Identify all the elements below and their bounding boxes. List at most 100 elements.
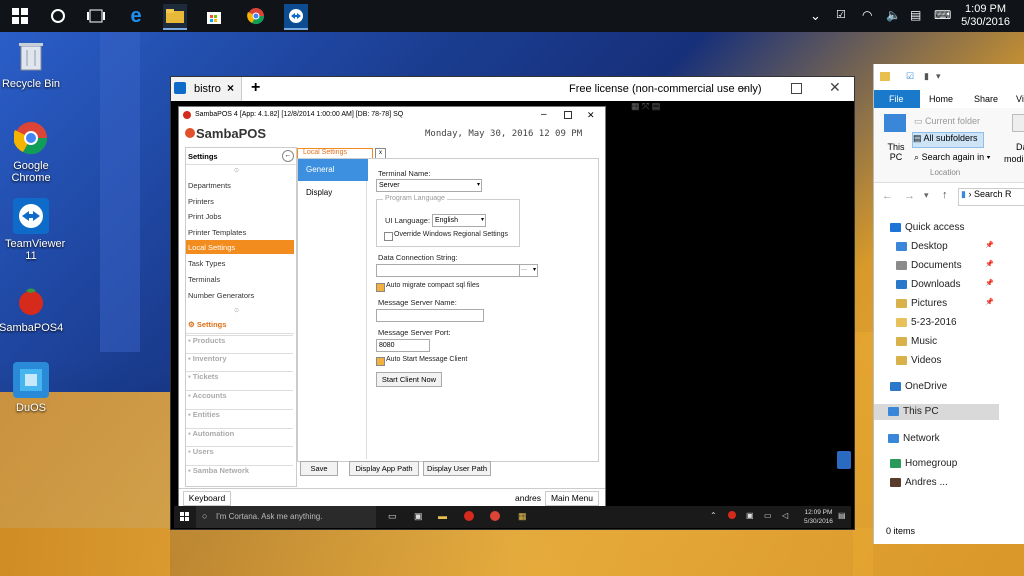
system-clock[interactable]: 1:09 PM 5/30/2016	[961, 3, 1010, 29]
nav-item[interactable]: Network	[888, 433, 940, 444]
ribbon-tab-file[interactable]: File	[874, 90, 920, 108]
data-connection-input[interactable]: ··· ▾	[376, 264, 538, 277]
quick-access-dropdown-icon[interactable]: ▾	[936, 71, 941, 82]
all-subfolders-button[interactable]: ▤ All subfolders	[912, 132, 984, 148]
forward-arrow-icon[interactable]: →	[904, 190, 915, 202]
maximize-icon[interactable]	[564, 111, 572, 119]
maximize-icon[interactable]	[791, 83, 802, 94]
display-app-path-button[interactable]: Display App Path	[349, 461, 419, 476]
network-icon[interactable]: ▭	[764, 511, 772, 520]
file-explorer-icon[interactable]	[163, 4, 187, 30]
ellipsis-button-icon[interactable]: ···	[519, 265, 527, 276]
scroll-up-icon[interactable]: ⊙	[234, 167, 239, 174]
properties-icon[interactable]: ☑	[906, 71, 914, 82]
nav-item[interactable]: Videos	[896, 355, 941, 366]
nav-item[interactable]: Music	[896, 336, 937, 347]
wifi-icon[interactable]: ◠	[862, 8, 872, 22]
sidebar-item-task-types[interactable]: Task Types	[188, 259, 225, 268]
message-server-name-input[interactable]	[376, 309, 484, 322]
desktop-icon-teamviewer[interactable]: TeamViewer 11	[0, 198, 65, 262]
teamviewer-side-handle-icon[interactable]	[837, 451, 851, 469]
sambapos-tomato-icon[interactable]	[464, 511, 474, 521]
section-tickets[interactable]: ▪ Tickets	[186, 371, 293, 389]
section-products[interactable]: ▪ Products	[186, 335, 293, 353]
new-folder-icon[interactable]: ▮	[924, 71, 929, 82]
volume-icon[interactable]: ◁	[782, 511, 788, 520]
keyboard-icon[interactable]: ⌨	[934, 8, 951, 22]
add-tab-icon[interactable]: +	[251, 79, 260, 97]
close-tab-icon[interactable]: ×	[227, 81, 234, 95]
sidebar-item-departments[interactable]: Departments	[188, 181, 231, 190]
subnav-display[interactable]: Display	[306, 188, 332, 197]
override-regional-checkbox[interactable]	[384, 232, 393, 241]
nav-item[interactable]: Homegroup	[890, 458, 957, 469]
section-users[interactable]: ▪ Users	[186, 446, 293, 464]
tray-app-icon[interactable]: ▣	[746, 511, 754, 520]
section-settings[interactable]: ⚙ Settings	[188, 320, 292, 329]
save-button[interactable]: Save	[300, 461, 338, 476]
sidebar-item-printer-templates[interactable]: Printer Templates	[188, 228, 246, 237]
nav-item[interactable]: Desktop 📌	[896, 241, 994, 252]
pin-icon[interactable]: 📌	[985, 298, 994, 306]
tray-app-icon[interactable]: ☑	[836, 8, 846, 21]
back-arrow-icon[interactable]: ←	[882, 190, 893, 202]
volume-icon[interactable]: 🔈	[886, 8, 901, 22]
back-arrow-icon[interactable]: ←	[282, 150, 294, 162]
nav-item[interactable]: 5-23-2016	[896, 317, 957, 328]
section-inventory[interactable]: ▪ Inventory	[186, 353, 293, 371]
terminal-name-select[interactable]: Server ▾	[376, 179, 482, 192]
current-folder-button[interactable]: ▭ Current folder	[914, 116, 980, 127]
chrome-icon[interactable]	[490, 511, 500, 521]
edge-icon[interactable]: e	[124, 4, 148, 28]
search-results-address[interactable]: ▮ › Search R	[958, 188, 1024, 206]
close-window-icon[interactable]: ✕	[587, 107, 595, 123]
cortana-icon[interactable]	[46, 4, 70, 28]
sidebar-item-print-jobs[interactable]: Print Jobs	[188, 212, 221, 221]
history-dropdown-icon[interactable]: ▾	[924, 190, 929, 201]
chevron-up-icon[interactable]: ⌄	[810, 8, 821, 24]
scroll-down-icon[interactable]: ⊙	[234, 307, 239, 314]
store-icon[interactable]	[202, 4, 226, 28]
store-icon[interactable]: ▣	[414, 511, 423, 522]
windows-start-icon[interactable]	[180, 512, 190, 525]
desktop-icon-duos[interactable]: DuOS	[0, 362, 63, 414]
subnav-general[interactable]: General	[298, 159, 368, 181]
section-samba-network[interactable]: ▪ Samba Network	[186, 465, 293, 483]
minimize-icon[interactable]: –	[541, 107, 547, 123]
nav-item[interactable]: OneDrive	[890, 381, 947, 392]
section-automation[interactable]: ▪ Automation	[186, 428, 293, 446]
sidebar-item-terminals[interactable]: Terminals	[188, 275, 220, 284]
action-center-icon[interactable]: ▤	[910, 8, 921, 22]
message-server-port-input[interactable]: 8080	[376, 339, 430, 352]
sidebar-item-number-generators[interactable]: Number Generators	[188, 291, 254, 300]
desktop-icon-chrome[interactable]: Google Chrome	[0, 120, 63, 184]
teamviewer-session-tab[interactable]: bistro ×	[171, 77, 242, 101]
chevron-down-icon[interactable]: ▾	[533, 265, 536, 276]
remote-toolbar-grip[interactable]: ▦ ⤧ ▤	[631, 101, 691, 113]
start-client-button[interactable]: Start Client Now	[376, 372, 442, 387]
task-view-icon[interactable]	[84, 4, 108, 28]
tray-sambapos-icon[interactable]	[728, 511, 736, 519]
pin-icon[interactable]: 📌	[985, 279, 994, 287]
date-modified-icon[interactable]	[1012, 114, 1024, 132]
sidebar-item-local-settings[interactable]: Local Settings	[186, 240, 294, 254]
nav-item[interactable]: Documents 📌	[896, 260, 994, 271]
nav-item[interactable]: Pictures 📌	[896, 298, 994, 309]
section-accounts[interactable]: ▪ Accounts	[186, 390, 293, 408]
action-center-icon[interactable]: ▤	[838, 511, 846, 520]
ribbon-tab-home[interactable]: Home	[929, 94, 953, 104]
section-entities[interactable]: ▪ Entities	[186, 409, 293, 427]
ui-language-select[interactable]: English ▾	[432, 214, 486, 227]
desktop-icon-sambapos[interactable]: SambaPOS4	[0, 282, 63, 334]
pin-icon[interactable]: 📌	[985, 241, 994, 249]
ribbon-tab-view[interactable]: Vi	[1016, 94, 1024, 104]
auto-migrate-checkbox[interactable]	[376, 283, 385, 292]
keyboard-button[interactable]: Keyboard	[183, 491, 231, 506]
remote-clock[interactable]: 12:09 PM 5/30/2016	[804, 508, 833, 526]
nav-item[interactable]: Andres ...	[890, 477, 948, 488]
nav-item[interactable]: Downloads 📌	[896, 279, 994, 290]
up-arrow-icon[interactable]: ↑	[942, 189, 948, 201]
close-window-icon[interactable]: ✕	[829, 79, 841, 96]
teamviewer-icon[interactable]	[284, 4, 308, 30]
display-user-path-button[interactable]: Display User Path	[423, 461, 491, 476]
